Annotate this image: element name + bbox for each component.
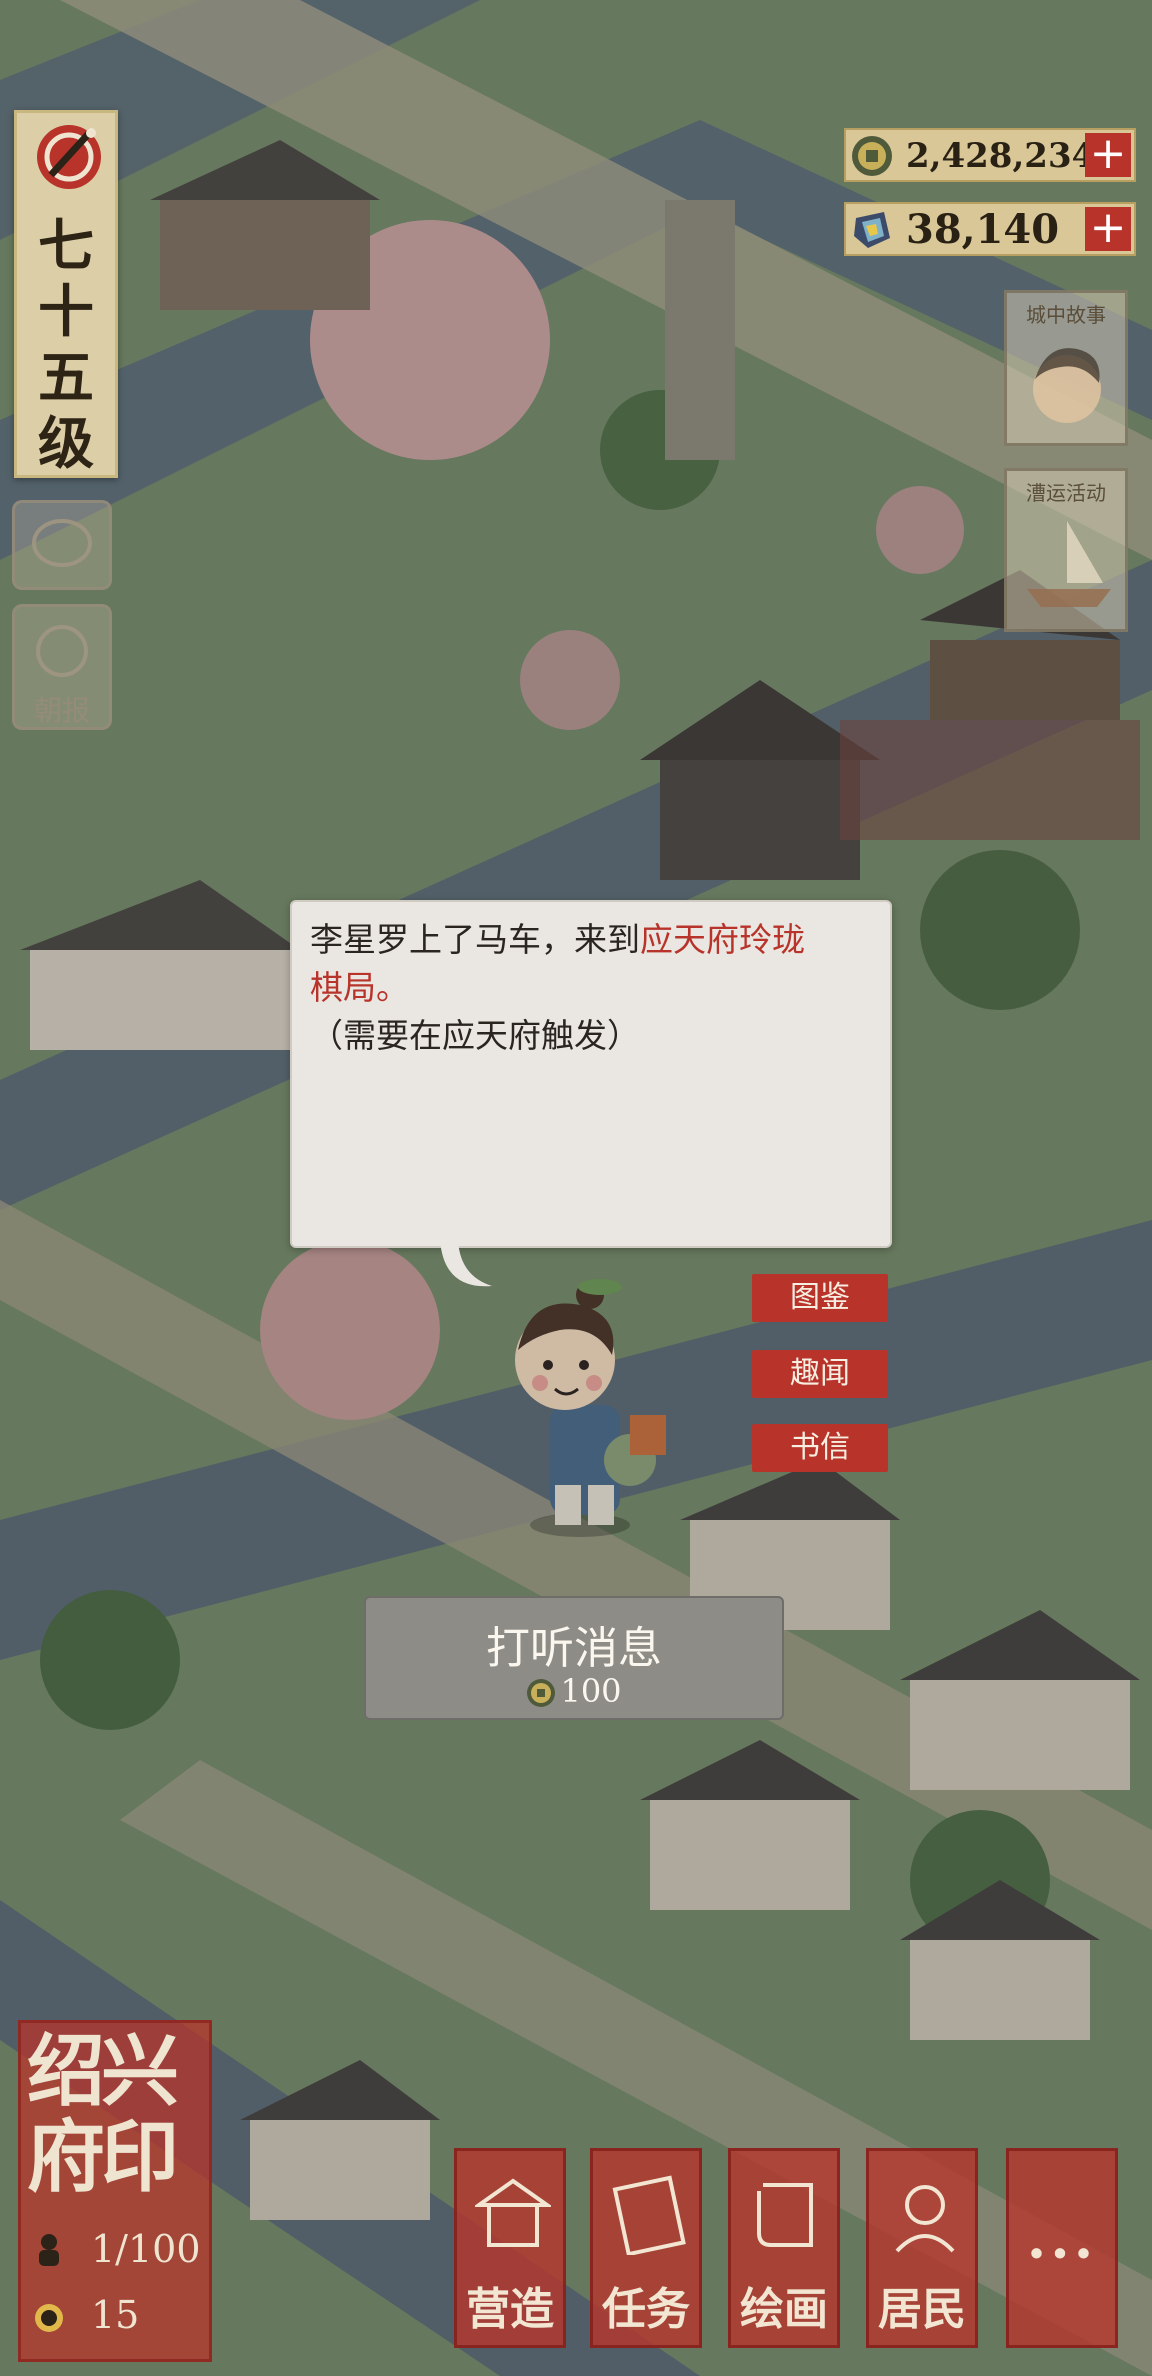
inquire-cost: 100 [366, 1672, 782, 1710]
build-button[interactable]: 营造 [454, 2148, 566, 2348]
population-row: 1/100 [31, 2227, 201, 2271]
court-news-label: 朝报 [33, 694, 90, 727]
money-bag-icon [35, 2304, 63, 2332]
building-icon [475, 2178, 551, 2247]
gem-balance: 38,140 + [844, 202, 1136, 256]
population-value: 1/100 [91, 2227, 201, 2271]
book-icon [612, 2175, 686, 2255]
count-row: 15 [31, 2293, 139, 2337]
residents-label: 居民 [878, 2284, 966, 2335]
scroll-icon [757, 2183, 813, 2247]
level-text: 七十五级 [38, 213, 94, 477]
chat-bubble-icon [32, 519, 92, 567]
child-face-icon [1033, 348, 1101, 423]
city-story-panel[interactable]: 城中故事 [1004, 290, 1128, 446]
resident-icon [895, 2185, 955, 2253]
copper-coin-icon [852, 136, 892, 176]
level-badge[interactable]: 七十五级 [14, 110, 118, 478]
gem-value: 38,140 [906, 206, 1060, 253]
brush-seal-icon [37, 125, 101, 189]
add-coins-button[interactable]: + [1085, 132, 1131, 177]
person-icon [39, 2234, 59, 2266]
inquire-news-button[interactable]: 打听消息 100 [364, 1596, 784, 1720]
court-news-button[interactable]: 朝报 [12, 604, 112, 730]
boat-icon [1027, 521, 1111, 607]
dialog-text-prefix: 李星罗上了马车，来到 [310, 920, 640, 959]
more-button[interactable]: ··· [1006, 2148, 1118, 2348]
paint-label: 绘画 [740, 2284, 828, 2335]
build-label: 营造 [466, 2284, 554, 2335]
add-gems-button[interactable]: + [1085, 206, 1131, 251]
dialog-location-link: 应天府玲珑 [640, 920, 805, 959]
chat-button[interactable] [12, 500, 112, 590]
tasks-label: 任务 [602, 2284, 690, 2335]
dialog-line-2: 棋局。 [310, 964, 872, 1012]
story-dialog: 李星罗上了马车，来到应天府玲珑 棋局。 （需要在应天府触发） [290, 900, 892, 1248]
jade-gem-icon [854, 212, 890, 248]
count-value: 15 [91, 2293, 140, 2337]
anecdotes-button[interactable]: 趣闻 [752, 1350, 888, 1398]
tasks-button[interactable]: 任务 [590, 2148, 702, 2348]
letters-button[interactable]: 书信 [752, 1424, 888, 1472]
coin-balance: 2,428,234 + [844, 128, 1136, 182]
city-seal-panel[interactable]: 绍兴 府印 1/100 15 [18, 2020, 212, 2362]
dialog-line-3: （需要在应天府触发） [310, 1016, 640, 1055]
paint-button[interactable]: 绘画 [728, 2148, 840, 2348]
more-label: ··· [1026, 2221, 1098, 2287]
copper-coin-icon [527, 1679, 556, 1707]
dialog-line-1: 李星罗上了马车，来到应天府玲珑 [310, 916, 872, 964]
city-seal-line-2: 府印 [27, 2112, 179, 2203]
inquire-cost-value: 100 [560, 1672, 622, 1710]
dialog-tail [440, 1240, 492, 1287]
city-seal-line-1: 绍兴 [27, 2026, 179, 2117]
residents-button[interactable]: 居民 [866, 2148, 978, 2348]
coin-value: 2,428,234 [906, 136, 1096, 176]
flower-icon [36, 625, 88, 677]
dialog-location-link-2: 棋局。 [310, 968, 409, 1007]
canal-event-panel[interactable]: 漕运活动 [1004, 468, 1128, 632]
inquire-news-label: 打听消息 [486, 1623, 662, 1674]
catalog-button[interactable]: 图鉴 [752, 1274, 888, 1322]
